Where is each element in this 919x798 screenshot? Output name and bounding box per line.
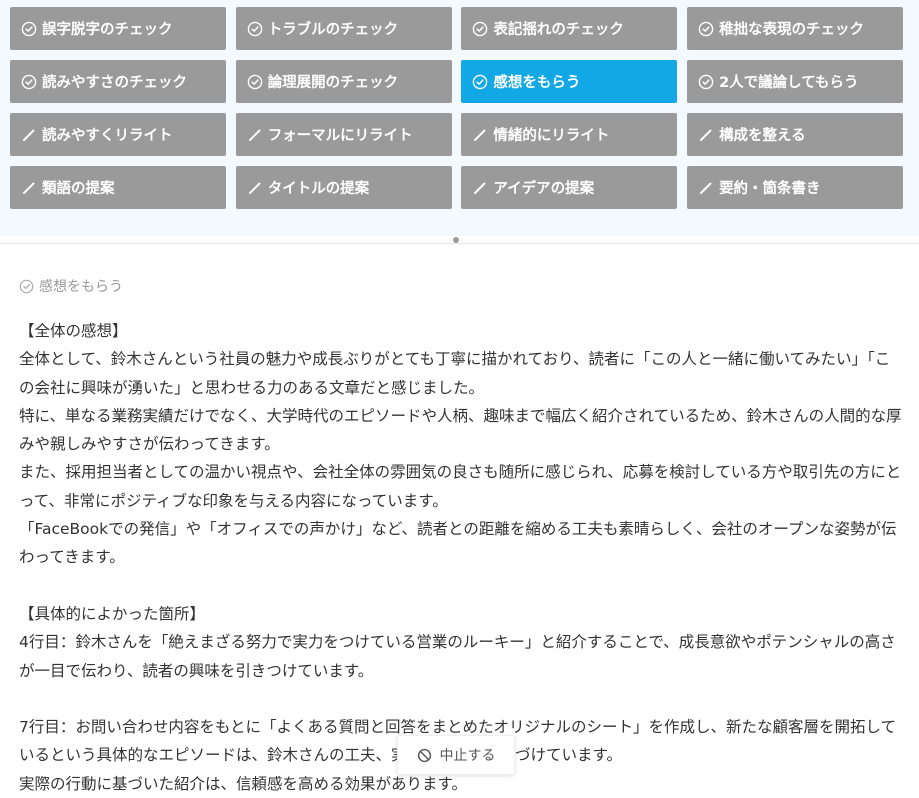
result-text: 【全体の感想】全体として、鈴木さんという社員の魅力や成長ぶりがとても丁寧に描かれ… — [19, 317, 903, 798]
check-circle-icon — [21, 74, 37, 90]
tool-button-rewrite-emotional[interactable]: 情緒的にリライト — [461, 113, 678, 156]
check-circle-icon — [19, 279, 34, 294]
result-paragraph: 全体として、鈴木さんという社員の魅力や成長ぶりがとても丁寧に描かれており、読者に… — [19, 350, 891, 397]
tool-button-label: 表記揺れのチェック — [493, 22, 624, 38]
tool-button-label: 類語の提案 — [42, 181, 115, 197]
pencil-icon — [472, 127, 488, 143]
tool-button-label: タイトルの提案 — [267, 181, 370, 197]
tool-panel: 誤字脱字のチェック トラブルのチェック 表記揺れのチェック 稚拙な表現のチェック読みや… — [0, 0, 919, 236]
tool-button-readability-check[interactable]: 読みやすさのチェック — [10, 60, 226, 103]
tool-button-label: 論理展開のチェック — [267, 75, 399, 91]
tool-button-suggest-synonyms[interactable]: 類語の提案 — [10, 166, 226, 209]
tool-button-suggest-ideas[interactable]: アイデアの提案 — [461, 166, 678, 209]
prohibited-icon — [417, 748, 432, 763]
tool-button-label: 読みやすくリライト — [42, 128, 173, 144]
check-circle-icon — [698, 21, 714, 37]
tool-button-label: アイデアの提案 — [493, 181, 595, 197]
tool-button-grid: 誤字脱字のチェック トラブルのチェック 表記揺れのチェック 稚拙な表現のチェック読みや… — [10, 7, 904, 209]
tool-button-two-person-discussion[interactable]: 2人で議論してもらう — [687, 60, 904, 103]
tool-button-rewrite-formal[interactable]: フォーマルにリライト — [235, 113, 452, 156]
pencil-icon — [247, 180, 263, 196]
result-paragraph: また、採用担当者としての温かい視点や、会社全体の雰囲気の良さも随所に感じられ、応… — [19, 463, 902, 510]
tool-button-trouble-check[interactable]: トラブルのチェック — [235, 7, 452, 50]
pencil-icon — [247, 127, 263, 143]
tool-button-label: 稚拙な表現のチェック — [719, 22, 865, 38]
result-paragraph: 【具体的によかった箇所】 — [19, 604, 206, 623]
tool-button-label: 読みやすさのチェック — [42, 75, 187, 91]
pencil-icon — [21, 180, 37, 196]
check-circle-icon — [247, 74, 263, 90]
check-circle-icon — [472, 74, 488, 90]
pencil-icon — [698, 127, 714, 143]
tool-button-logic-check[interactable]: 論理展開のチェック — [235, 60, 452, 103]
result-paragraph: 【全体の感想】 — [19, 322, 128, 340]
check-circle-icon — [247, 21, 263, 37]
result-header: 感想をもらう — [19, 276, 123, 296]
stop-button[interactable]: 中止する — [397, 735, 515, 775]
result-paragraph: 4行目：鈴木さんを「絶えまざる努力で実力をつけている営業のルーキー」と紹介するこ… — [19, 633, 896, 680]
tool-button-label: 要約・箇条書き — [719, 181, 821, 197]
panel-divider — [0, 243, 919, 244]
tool-button-label: 2人で議論してもらう — [719, 75, 859, 91]
tool-button-organize-structure[interactable]: 構成を整える — [687, 113, 904, 156]
pencil-icon — [698, 180, 714, 196]
result-paragraph: 「FaceBookでの発信」や「オフィスでの声かけ」など、読者との距離を縮める工… — [19, 520, 897, 567]
tool-button-suggest-title[interactable]: タイトルの提案 — [235, 166, 452, 209]
check-circle-icon — [472, 21, 488, 37]
result-paragraph: 特に、単なる業務実績だけでなく、大学時代のエピソードや人柄、趣味まで幅広く紹介さ… — [19, 406, 902, 454]
tool-button-notation-check[interactable]: 表記揺れのチェック — [461, 7, 678, 50]
tool-button-summarize-bullets[interactable]: 要約・箇条書き — [687, 166, 904, 209]
result-title: 感想をもらう — [39, 279, 123, 295]
tool-button-rewrite-readable[interactable]: 読みやすくリライト — [10, 113, 226, 156]
tool-button-immature-expression-check[interactable]: 稚拙な表現のチェック — [687, 7, 904, 50]
pencil-icon — [21, 127, 37, 143]
tool-button-label: 誤字脱字のチェック — [42, 22, 173, 38]
tool-button-label: トラブルのチェック — [267, 22, 399, 38]
tool-button-label: 感想をもらう — [493, 75, 581, 91]
tool-button-typo-check[interactable]: 誤字脱字のチェック — [10, 7, 226, 50]
tool-button-label: 構成を整える — [719, 128, 806, 144]
stop-button-label: 中止する — [439, 748, 496, 764]
check-circle-icon — [698, 74, 714, 90]
tool-button-label: 情緒的にリライト — [493, 128, 610, 144]
check-circle-icon — [21, 21, 37, 37]
tool-button-label: フォーマルにリライト — [267, 128, 413, 144]
pencil-icon — [472, 180, 488, 196]
tool-button-get-feedback[interactable]: 感想をもらう — [461, 60, 678, 103]
